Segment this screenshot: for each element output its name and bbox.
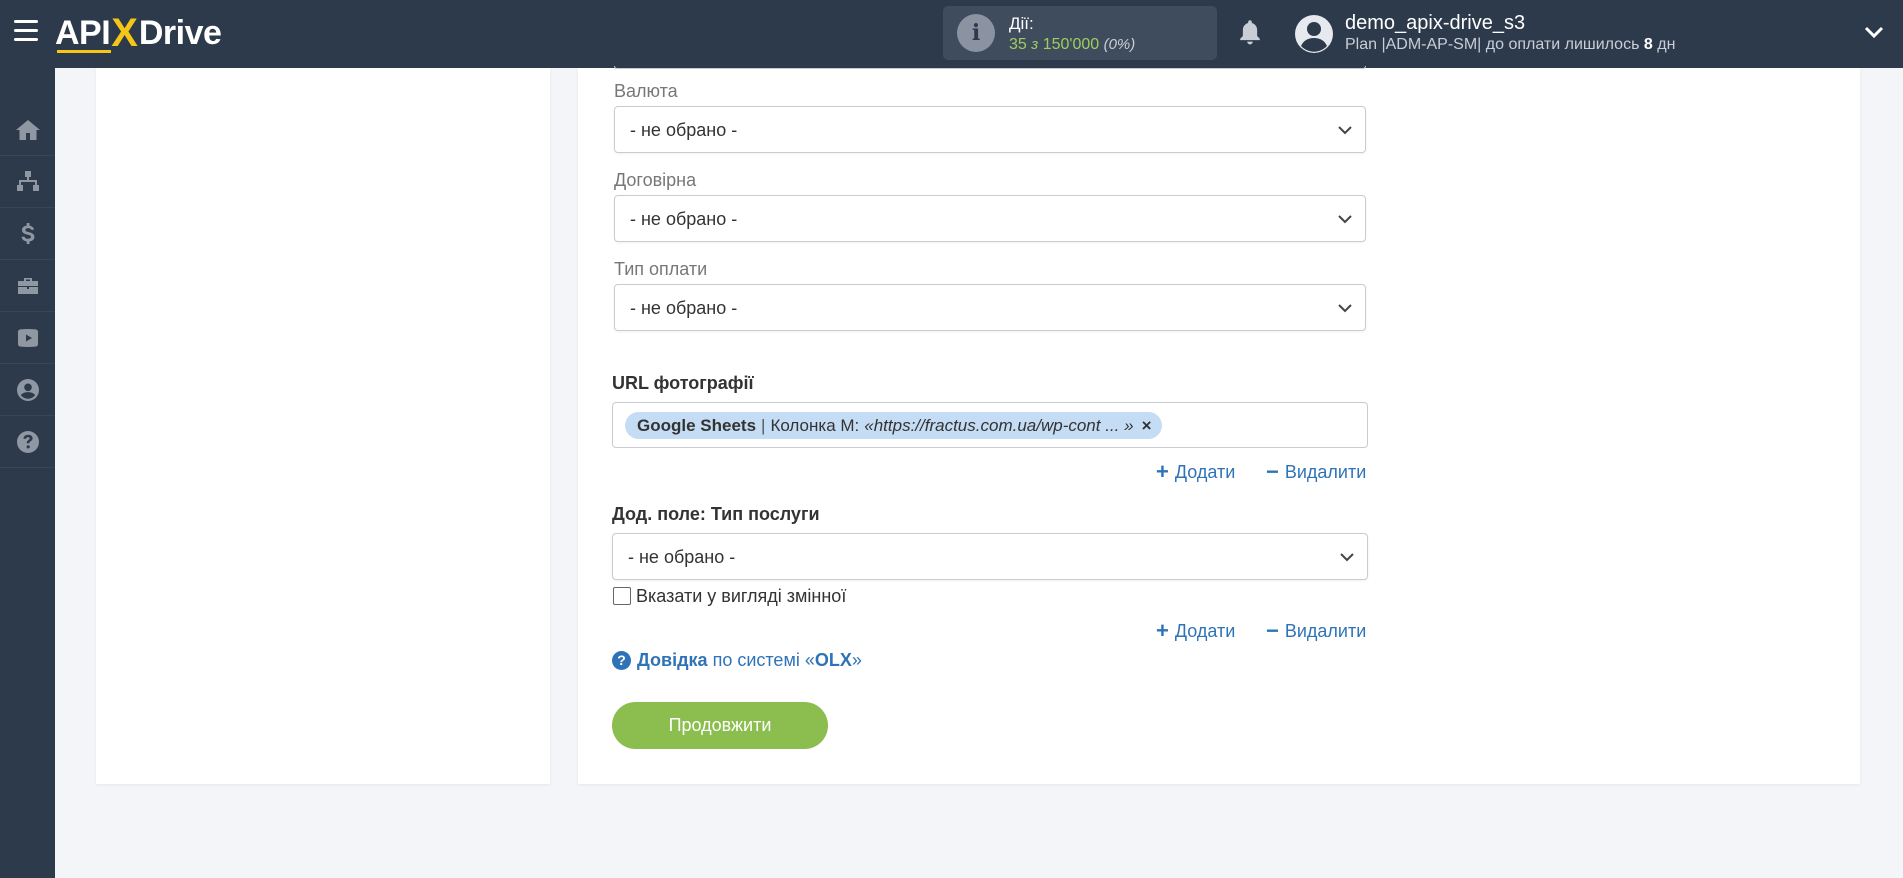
photo-url-label: URL фотографії	[612, 373, 754, 393]
actions-count: 35 з 150'000 (0%)	[1009, 36, 1135, 54]
sidebar-item-connections[interactable]	[0, 156, 55, 208]
payment-type-select[interactable]: - не обрано -	[614, 284, 1366, 331]
as-variable-checkbox[interactable]	[613, 587, 631, 605]
negotiable-select-value: - не обрано -	[630, 209, 738, 229]
top-bar: API X Drive i Дії: 35 з 150'000 (0%) demo_…	[0, 0, 1903, 68]
menu-toggle-icon[interactable]	[14, 20, 38, 42]
add-field-button[interactable]: + Додати	[1156, 620, 1235, 642]
help-bold: Довідка	[637, 650, 708, 670]
user-plan: Plan |ADM-AP-SM| до оплати лишилось 8 дн	[1345, 36, 1675, 54]
apix-drive-logo[interactable]: API X Drive	[55, 10, 222, 56]
sidebar-item-videos[interactable]	[0, 312, 55, 364]
left-panel	[96, 68, 550, 784]
sidebar-item-help[interactable]	[0, 416, 55, 468]
minus-icon: −	[1266, 618, 1279, 643]
sitemap-icon	[16, 170, 39, 191]
help-link[interactable]: ? Довідка по системі «OLX»	[612, 650, 862, 671]
negotiable-label: Договірна	[614, 170, 697, 190]
currency-select[interactable]: - не обрано -	[614, 106, 1366, 153]
continue-button[interactable]: Продовжити	[612, 702, 828, 749]
previous-field-edge	[614, 66, 1366, 69]
add-button-label: Додати	[1174, 461, 1236, 482]
user-plan-days-suffix: дн	[1657, 36, 1676, 53]
plus-icon: +	[1156, 459, 1169, 484]
service-type-select[interactable]: - не обрано -	[612, 533, 1368, 580]
bell-icon[interactable]	[1236, 18, 1264, 48]
remove-button-label: Видалити	[1284, 620, 1367, 641]
tag-remove-icon[interactable]: ×	[1142, 416, 1152, 436]
help-text1: по системі «	[712, 650, 815, 670]
user-plan-days: 8	[1643, 36, 1653, 53]
as-variable-label: Вказати у вигляді змінної	[636, 586, 847, 606]
tag-source: Google Sheets	[637, 415, 757, 435]
youtube-icon	[17, 328, 38, 347]
add-button-label: Додати	[1174, 620, 1236, 641]
service-type-select-value: - не обрано -	[628, 547, 736, 567]
chevron-down-icon	[1340, 553, 1354, 562]
payment-type-label: Тип оплати	[614, 259, 708, 279]
currency-label: Валюта	[614, 81, 678, 101]
service-type-label: Дод. поле: Тип послуги	[612, 504, 820, 524]
info-icon: i	[957, 14, 995, 52]
actions-count-percent: (0%)	[1103, 36, 1136, 53]
payment-type-select-value: - не обрано -	[630, 298, 738, 318]
chevron-down-icon	[1338, 215, 1352, 224]
tag-value: «https://fractus.com.ua/wp-cont ... »	[864, 415, 1134, 435]
logo-underline	[57, 50, 111, 53]
chevron-down-icon	[1338, 126, 1352, 135]
currency-select-value: - не обрано -	[630, 120, 738, 140]
actions-count-limit: 150'000	[1042, 36, 1100, 53]
sidebar-item-tools[interactable]	[0, 260, 55, 312]
sidebar-item-billing[interactable]	[0, 208, 55, 260]
minus-icon: −	[1266, 459, 1279, 484]
photo-url-field[interactable]: Google Sheets | Колонка M: «https://frac…	[612, 402, 1368, 448]
question-circle-icon: ?	[612, 651, 631, 670]
actions-label: Дії:	[1009, 14, 1034, 33]
logo-text-drive: Drive	[138, 13, 222, 52]
logo-text-x: X	[111, 10, 138, 55]
help-text2: »	[851, 650, 862, 670]
remove-field-button[interactable]: − Видалити	[1266, 620, 1366, 642]
user-avatar-icon[interactable]	[1294, 14, 1334, 54]
add-photo-url-button[interactable]: + Додати	[1156, 461, 1235, 483]
help-system: OLX	[814, 650, 852, 670]
chevron-down-icon	[1338, 304, 1352, 313]
negotiable-select[interactable]: - не обрано -	[614, 195, 1366, 242]
dollar-icon	[21, 222, 34, 244]
chevron-down-icon[interactable]	[1864, 24, 1884, 40]
briefcase-icon	[17, 277, 38, 294]
actions-count-of: з	[1031, 36, 1039, 53]
actions-count-value: 35	[1009, 36, 1027, 53]
plus-icon: +	[1156, 618, 1169, 643]
sidebar	[0, 68, 55, 878]
sidebar-item-home[interactable]	[0, 104, 55, 156]
question-circle-icon	[16, 430, 39, 453]
sidebar-item-account[interactable]	[0, 364, 55, 416]
user-circle-icon	[16, 378, 39, 401]
actions-counter[interactable]: i Дії: 35 з 150'000 (0%)	[943, 6, 1217, 60]
home-icon	[15, 119, 40, 140]
remove-photo-url-button[interactable]: − Видалити	[1266, 461, 1366, 483]
user-name: demo_apix-drive_s3	[1345, 12, 1526, 34]
logo-text-api: API	[55, 13, 111, 52]
remove-button-label: Видалити	[1284, 461, 1367, 482]
user-plan-prefix: Plan |ADM-AP-SM| до оплати лишилось	[1345, 36, 1640, 53]
tag-column: Колонка M:	[770, 415, 860, 435]
tag-separator: |	[761, 415, 766, 435]
photo-url-tag[interactable]: Google Sheets | Колонка M: «https://frac…	[625, 412, 1162, 439]
